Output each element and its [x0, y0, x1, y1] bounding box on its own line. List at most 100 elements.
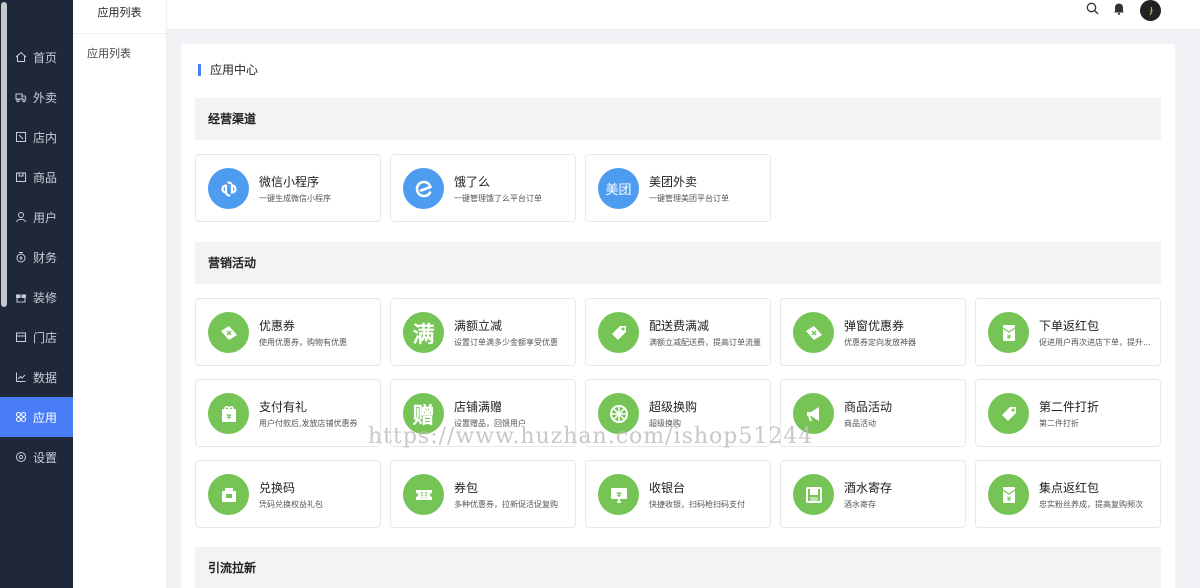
sidebar-item-home[interactable]: 首页 [0, 37, 73, 77]
meituan-icon: 美团 [598, 168, 639, 209]
app-card-desc: 使用优惠券，购物有优惠 [259, 338, 347, 347]
sidebar-item-label: 数据 [33, 370, 58, 385]
sidebar-item-label: 设置 [33, 450, 58, 465]
sidebar-item-label: 财务 [33, 250, 58, 265]
sidebar-item-label: 门店 [33, 330, 58, 345]
app-card-title: 美团外卖 [649, 175, 698, 189]
apps-icon [15, 411, 27, 423]
app-card-desc: 商品活动 [844, 419, 876, 428]
sidebar-item-user[interactable]: 用户 [0, 197, 73, 237]
sidebar-item-decorate[interactable]: 装修 [0, 277, 73, 317]
app-card-desc: 设置订单满多少金额享受优惠 [454, 338, 558, 347]
app-card-redeem-code[interactable]: 兑换码 凭码兑换权益礼包 [195, 460, 381, 528]
red-envelope-icon: ¥ [988, 312, 1029, 353]
app-card-desc: 第二件打折 [1039, 419, 1079, 428]
mini-program-icon [208, 168, 249, 209]
sidebar-item-label: 应用 [33, 410, 58, 425]
app-card-desc: 一键管理饿了么平台订单 [454, 194, 542, 203]
app-card-title: 收银台 [649, 481, 686, 495]
app-card-desc: 快捷收银，扫码枪扫码支付 [649, 500, 745, 509]
full-reduction-icon: 满 [403, 312, 444, 353]
app-card-coupon[interactable]: 优惠券 使用优惠券，购物有优惠 [195, 298, 381, 366]
submenu-title: 应用列表 [73, 0, 166, 34]
app-card-title: 饿了么 [454, 175, 491, 189]
gear-icon [15, 451, 27, 463]
cashier-icon: ¥ [598, 474, 639, 515]
submenu-item-app-list[interactable]: 应用列表 [73, 45, 166, 61]
main-sidebar: 首页 外卖 店内 商品 用户 财务 装修 门店 数据 应用 设置 [0, 0, 73, 588]
dine-in-icon [15, 131, 27, 143]
sidebar-item-label: 用户 [33, 210, 58, 225]
app-card-popup-coupon[interactable]: 弹窗优惠券 优惠券定向发放神器 [780, 298, 966, 366]
popup-coupon-icon [793, 312, 834, 353]
points-envelope-icon: ¥ [988, 474, 1029, 515]
gift-bag-icon: ¥ [208, 393, 249, 434]
delivery-icon [15, 91, 27, 103]
sidebar-item-goods[interactable]: 商品 [0, 157, 73, 197]
app-card-title: 弹窗优惠券 [844, 319, 905, 333]
eleme-icon [403, 168, 444, 209]
app-card-cashier[interactable]: ¥ 收银台 快捷收银，扫码枪扫码支付 [585, 460, 771, 528]
discount-tag-icon [988, 393, 1029, 434]
svg-text:¥: ¥ [226, 413, 231, 421]
app-card-wechat-mini-program[interactable]: 微信小程序 一键生成微信小程序 [195, 154, 381, 222]
app-card-desc: 酒水寄存 [844, 500, 876, 509]
app-card-title: 微信小程序 [259, 175, 320, 189]
search-icon[interactable] [1085, 1, 1099, 15]
app-card-title: 支付有礼 [259, 400, 308, 414]
sidebar-item-settings[interactable]: 设置 [0, 437, 73, 477]
app-card-desc: 一键管理美团平台订单 [649, 194, 729, 203]
redeem-icon [208, 474, 249, 515]
top-bar [167, 0, 1200, 30]
coupon-icon [208, 312, 249, 353]
app-card-title: 集点返红包 [1039, 481, 1100, 495]
app-card-title: 店铺满赠 [454, 400, 503, 414]
app-card-title: 第二件打折 [1039, 400, 1100, 414]
sidebar-item-label: 店内 [33, 130, 58, 145]
storage-icon [793, 474, 834, 515]
app-card-title: 超级换购 [649, 400, 698, 414]
sidebar-item-delivery[interactable]: 外卖 [0, 77, 73, 117]
app-card-title: 满额立减 [454, 319, 503, 333]
app-card-eleme[interactable]: 饿了么 一键管理饿了么平台订单 [390, 154, 576, 222]
vertical-scrollbar[interactable] [1, 2, 7, 307]
app-card-desc: 一键生成微信小程序 [259, 194, 331, 203]
app-card-order-red-envelope[interactable]: ¥ 下单返红包 促进用户再次进店下单，提升复购 [975, 298, 1161, 366]
avatar[interactable] [1140, 0, 1161, 21]
app-card-pay-gift[interactable]: ¥ 支付有礼 用户付款后,发放店铺优惠券 [195, 379, 381, 447]
app-card-meituan[interactable]: 美团 美团外卖 一键管理美团平台订单 [585, 154, 771, 222]
section-header-traffic: 引流拉新 [195, 547, 1161, 588]
app-card-title: 优惠券 [259, 319, 296, 333]
sidebar-item-dine-in[interactable]: 店内 [0, 117, 73, 157]
bell-icon[interactable] [1112, 1, 1126, 15]
app-card-title: 下单返红包 [1039, 319, 1100, 333]
section-header-marketing: 营销活动 [195, 242, 1161, 284]
sidebar-item-apps[interactable]: 应用 [0, 397, 73, 437]
sidebar-item-store[interactable]: 门店 [0, 317, 73, 357]
finance-icon [15, 251, 27, 263]
home-icon [15, 51, 27, 63]
app-card-coupon-pack[interactable]: 券包 多种优惠券，拉新促活促复购 [390, 460, 576, 528]
section-header-channels: 经营渠道 [195, 98, 1161, 140]
app-card-full-reduction[interactable]: 满 满额立减 设置订单满多少金额享受优惠 [390, 298, 576, 366]
app-card-desc: 促进用户再次进店下单，提升复购 [1039, 338, 1155, 347]
svg-text:¥: ¥ [616, 491, 621, 499]
sidebar-item-label: 装修 [33, 290, 58, 305]
app-card-title: 酒水寄存 [844, 481, 893, 495]
sidebar-item-finance[interactable]: 财务 [0, 237, 73, 277]
secondary-menu: 应用列表 应用列表 [73, 0, 167, 588]
app-card-desc: 优惠券定向发放神器 [844, 338, 916, 347]
tag-icon [598, 312, 639, 353]
sidebar-item-label: 外卖 [33, 90, 58, 105]
sidebar-item-data[interactable]: 数据 [0, 357, 73, 397]
app-card-title: 券包 [454, 481, 479, 495]
app-center-panel: 应用中心 经营渠道 微信小程序 一键生成微信小程序 饿了么 一键管理饿了么平台订… [181, 44, 1175, 588]
app-card-wine-storage[interactable]: 酒水寄存 酒水寄存 [780, 460, 966, 528]
chart-icon [15, 371, 27, 383]
app-card-delivery-fee-reduction[interactable]: 配送费满减 满额立减配送费，提高订单流量 [585, 298, 771, 366]
app-card-points-red-envelope[interactable]: ¥ 集点返红包 忠实粉丝养成，提高复购频次 [975, 460, 1161, 528]
app-card-title: 商品活动 [844, 400, 893, 414]
app-card-desc: 用户付款后,发放店铺优惠券 [259, 419, 358, 428]
sidebar-item-label: 商品 [33, 170, 58, 185]
app-card-second-item-discount[interactable]: 第二件打折 第二件打折 [975, 379, 1161, 447]
